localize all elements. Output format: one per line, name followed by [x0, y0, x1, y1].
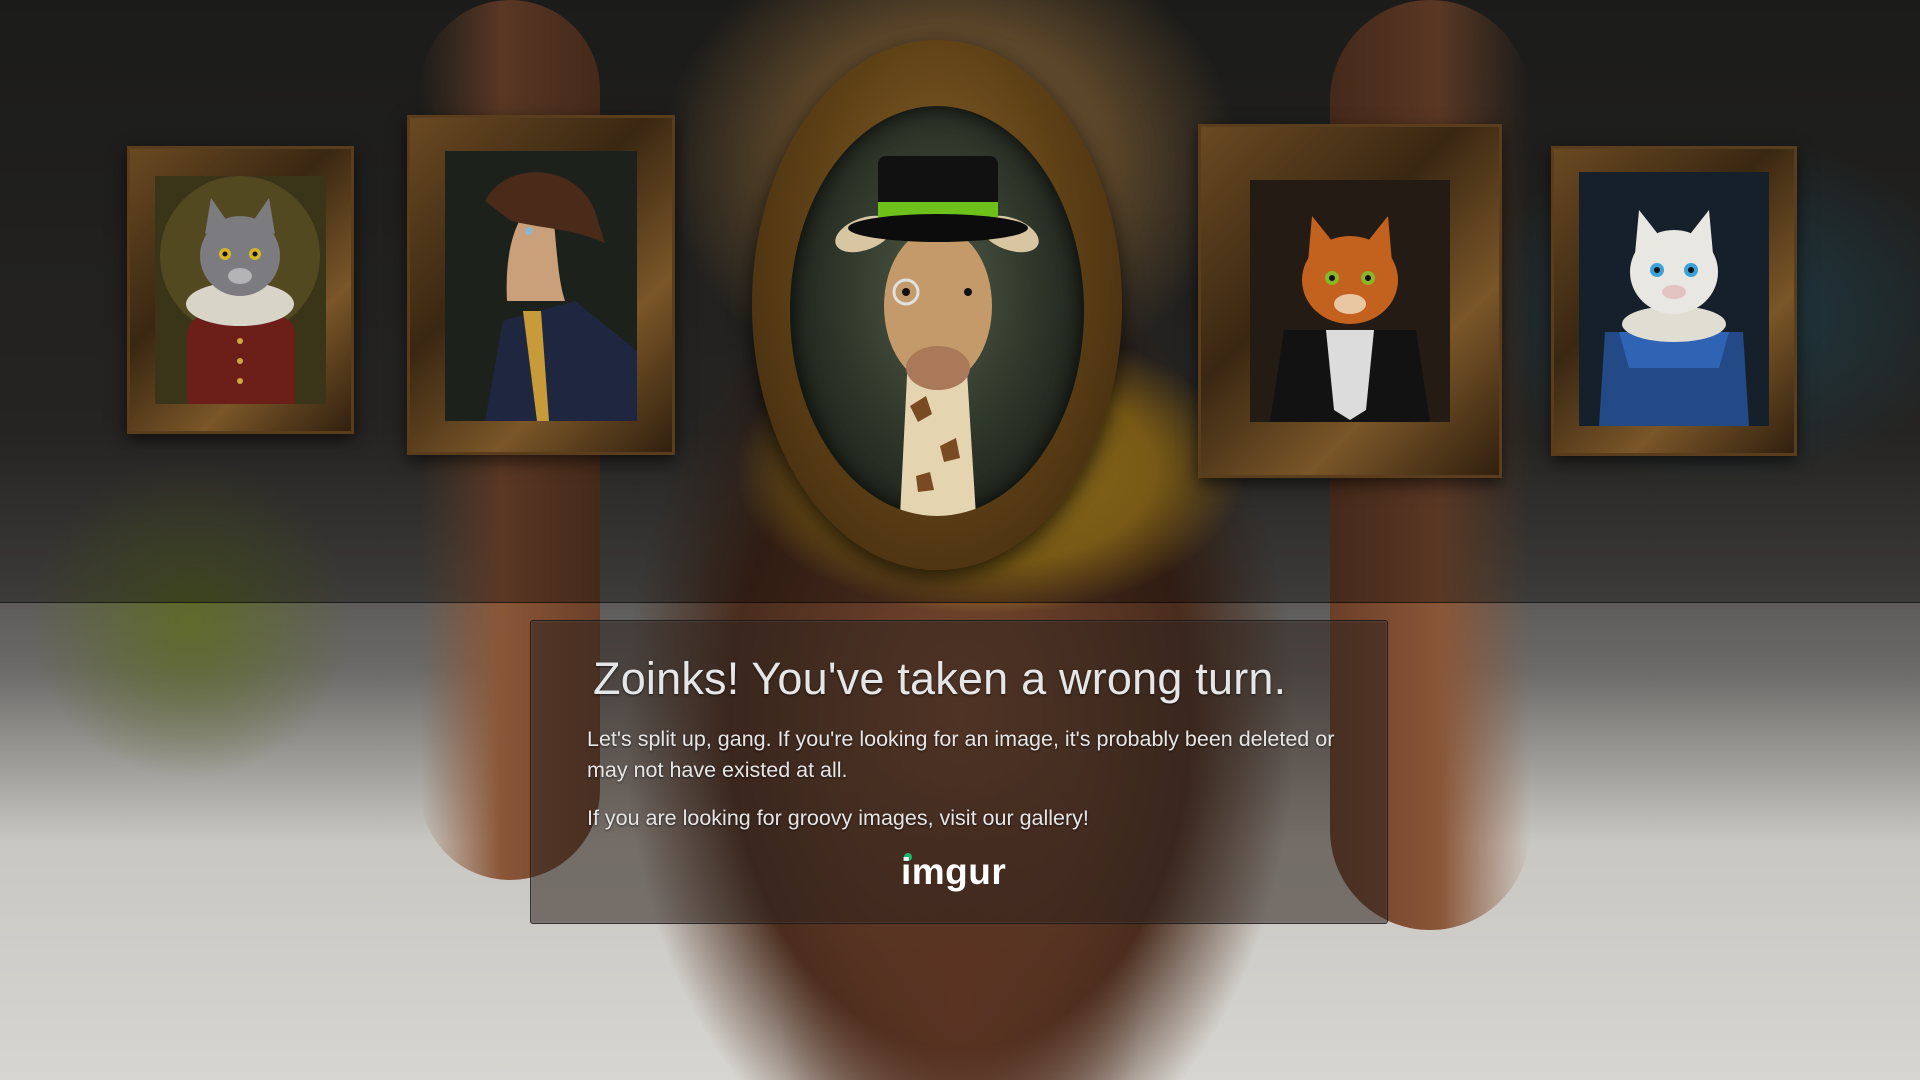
grey-cat-painting — [155, 176, 326, 404]
white-cat-painting — [1579, 172, 1769, 426]
giraffe-painting — [835, 156, 1039, 516]
error-heading: Zoinks! You've taken a wrong turn. — [593, 653, 1287, 704]
portrait-orange-cat — [1198, 124, 1502, 478]
orange-cat-painting — [1250, 180, 1450, 422]
portrait-white-cat — [1551, 146, 1797, 456]
error-message: Let's split up, gang. If you're looking … — [587, 727, 1335, 782]
imgur-logo-link[interactable]: imgur — [901, 849, 1019, 899]
gallery-hint: If you are looking for groovy images, vi… — [587, 806, 1089, 830]
portrait-horse-uniform — [407, 115, 675, 455]
portrait-grey-cat — [127, 146, 354, 434]
error-panel: Zoinks! You've taken a wrong turn. Let's… — [530, 620, 1388, 924]
imgur-logo-text: imgur — [901, 851, 1007, 892]
portrait-giraffe-oval — [752, 40, 1122, 570]
horse-painting — [445, 151, 637, 421]
